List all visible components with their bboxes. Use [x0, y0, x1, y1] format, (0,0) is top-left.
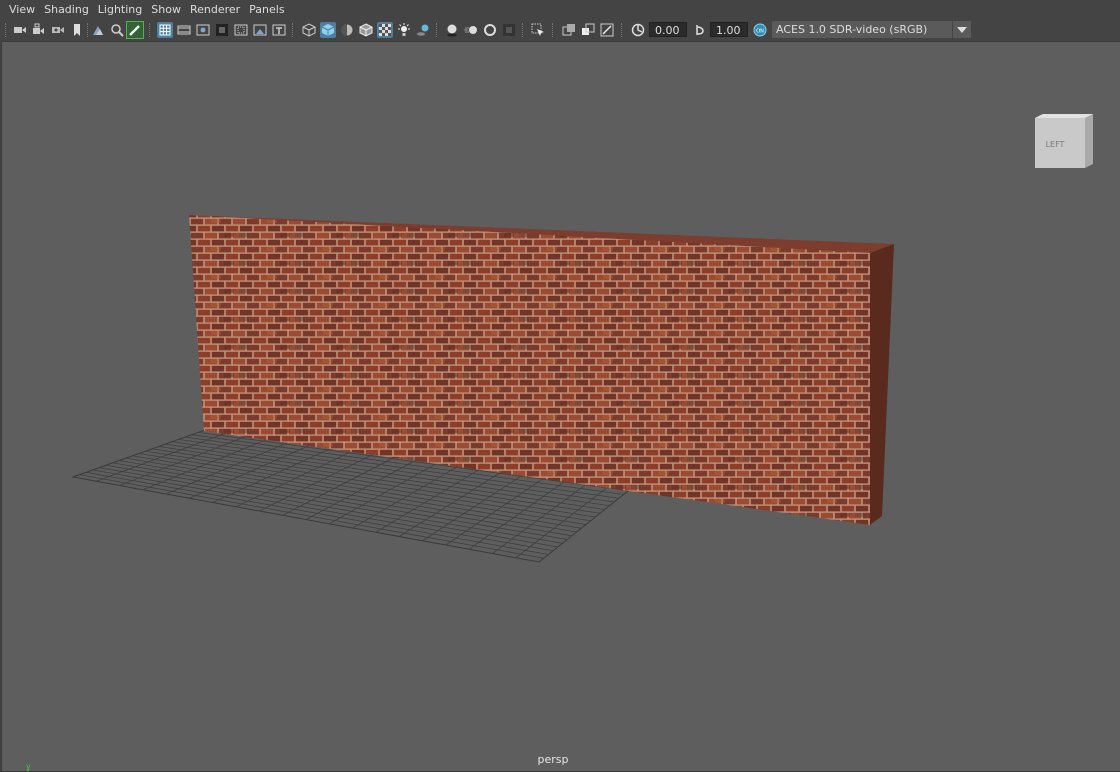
isolate-select-icon[interactable] — [530, 22, 546, 38]
gamma-field[interactable]: 1.00 — [710, 22, 748, 37]
wireframe-on-shaded-icon[interactable] — [358, 22, 374, 38]
grid-line — [492, 480, 591, 554]
screen-space-ao-icon[interactable] — [444, 22, 460, 38]
lock-camera-icon[interactable] — [31, 22, 47, 38]
scene — [71, 215, 894, 563]
grid-line — [79, 474, 544, 559]
toolbar-separator — [552, 23, 554, 37]
view-cube[interactable]: LEFT — [1033, 113, 1095, 179]
svg-text:ON: ON — [756, 29, 764, 35]
color-management-icon[interactable]: ON — [752, 22, 768, 38]
resolution-gate-icon[interactable] — [195, 22, 211, 38]
film-gate-icon[interactable] — [176, 22, 192, 38]
menu-panels[interactable]: Panels — [240, 0, 284, 20]
grid-line — [86, 471, 549, 555]
view-cube-face-label: LEFT — [1046, 140, 1065, 149]
depth-of-field-icon[interactable] — [501, 22, 517, 38]
smooth-shade-icon[interactable] — [320, 22, 336, 38]
toolbar-separator — [436, 23, 438, 37]
panel-menu-bar: View Shading Lighting Show Renderer Pane… — [0, 0, 1120, 20]
menu-show[interactable]: Show — [142, 0, 181, 20]
wireframe-icon[interactable] — [301, 22, 317, 38]
menu-renderer[interactable]: Renderer — [181, 0, 240, 20]
field-chart-icon[interactable] — [233, 22, 249, 38]
anti-aliasing-icon[interactable] — [482, 22, 498, 38]
lights-icon[interactable] — [396, 22, 412, 38]
toolbar-separator — [87, 23, 89, 37]
shadows-icon[interactable] — [415, 22, 431, 38]
toolbar-separator — [621, 23, 623, 37]
exposure-icon[interactable] — [630, 22, 646, 38]
chevron-down-icon[interactable] — [952, 21, 971, 38]
camera-name-label: persp — [537, 753, 569, 766]
texture-icon[interactable] — [377, 22, 393, 38]
menu-lighting[interactable]: Lighting — [89, 0, 142, 20]
motion-blur-icon[interactable] — [463, 22, 479, 38]
camera-icon[interactable] — [12, 22, 28, 38]
2d-pan-zoom-icon[interactable] — [109, 22, 125, 38]
grid-line — [92, 469, 554, 552]
grease-pencil-icon[interactable] — [126, 21, 144, 39]
gamma-icon[interactable] — [692, 22, 708, 38]
default-material-icon[interactable] — [339, 22, 355, 38]
toolbar-separator — [149, 23, 151, 37]
xray-icon[interactable] — [561, 22, 577, 38]
camera-attributes-icon[interactable] — [50, 22, 66, 38]
grid-line — [515, 483, 612, 559]
3d-viewport[interactable]: LEFT y z — [1, 41, 1120, 772]
color-management-dropdown[interactable]: ACES 1.0 SDR-video (sRGB) — [772, 21, 952, 38]
xray-joints-icon[interactable] — [599, 22, 615, 38]
menu-shading[interactable]: Shading — [35, 0, 89, 20]
toolbar-separator — [5, 23, 7, 37]
bookmark-icon[interactable] — [69, 22, 85, 38]
toolbar-separator — [522, 23, 524, 37]
image-plane-icon[interactable] — [90, 22, 106, 38]
safe-title-icon[interactable] — [271, 22, 287, 38]
toolbar-separator — [292, 23, 294, 37]
xray-active-icon[interactable] — [580, 22, 596, 38]
exposure-field[interactable]: 0.00 — [649, 22, 687, 37]
grid-icon[interactable] — [157, 22, 173, 38]
gate-mask-icon[interactable] — [214, 22, 230, 38]
menu-view[interactable]: View — [0, 0, 35, 20]
safe-action-icon[interactable] — [252, 22, 268, 38]
